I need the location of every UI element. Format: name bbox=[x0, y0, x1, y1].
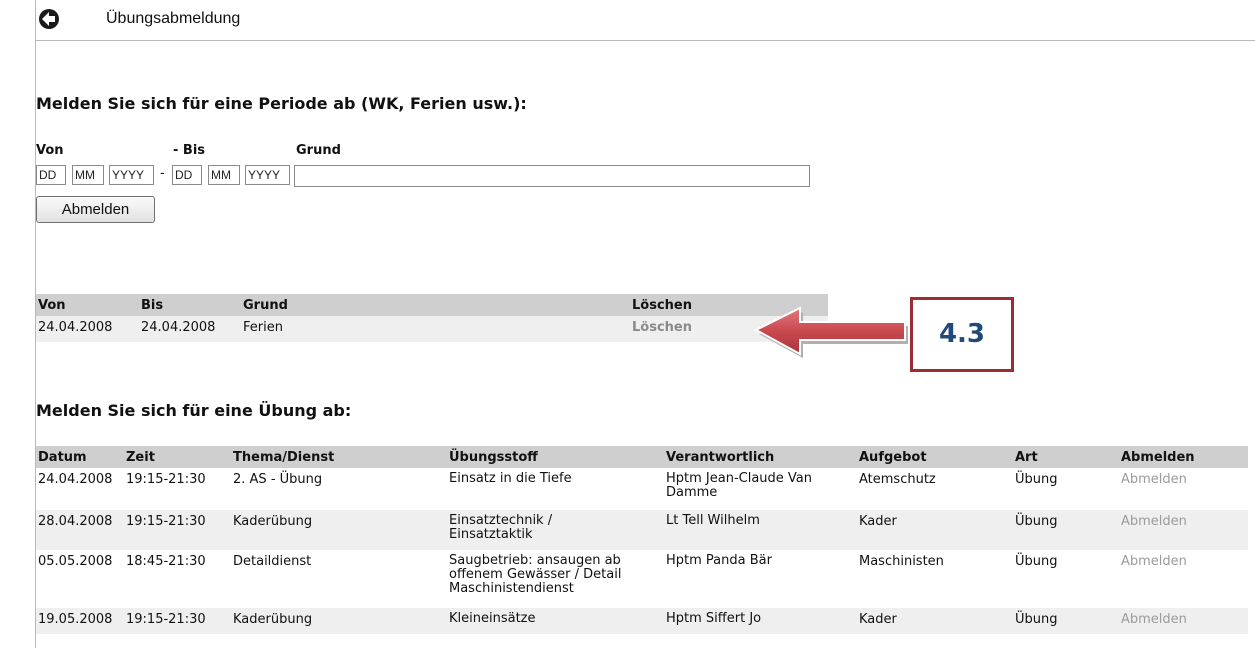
row-thema: Kaderübung bbox=[233, 514, 313, 529]
row-aufgebot: Maschinisten bbox=[859, 554, 944, 569]
exercise-row: 19.05.2008 19:15-21:30 Kaderübung Kleine… bbox=[36, 608, 1248, 634]
title-divider bbox=[35, 40, 1255, 41]
exercise-row: 05.05.2008 18:45-21:30 Detaildienst Saug… bbox=[36, 550, 1248, 608]
row-art: Übung bbox=[1015, 612, 1058, 627]
row-aufgebot: Atemschutz bbox=[859, 472, 936, 487]
row-datum: 19.05.2008 bbox=[38, 612, 113, 627]
row-zeit: 19:15-21:30 bbox=[126, 612, 206, 627]
row-thema: Detaildienst bbox=[233, 554, 312, 569]
row-zeit: 18:45-21:30 bbox=[126, 554, 206, 569]
col-datum: Datum bbox=[38, 450, 87, 465]
row-thema: Kaderübung bbox=[233, 612, 313, 627]
from-year-input[interactable]: YYYY bbox=[109, 165, 154, 185]
from-month-input[interactable]: MM bbox=[72, 165, 104, 185]
row-verantwortlich: Lt Tell Wilhelm bbox=[666, 513, 760, 528]
exercise-row: 28.04.2008 19:15-21:30 Kaderübung Einsat… bbox=[36, 510, 1248, 550]
grund-input[interactable] bbox=[294, 165, 810, 187]
to-day-input[interactable]: DD bbox=[172, 165, 202, 185]
abmelden-link[interactable]: Abmelden bbox=[1121, 554, 1187, 569]
col-zeit: Zeit bbox=[126, 450, 155, 465]
from-day-input[interactable]: DD bbox=[36, 165, 66, 185]
row-stoff: Saugbetrieb: ansaugen ab offenem Gewässe… bbox=[449, 553, 622, 596]
period-col-loeschen: Löschen bbox=[632, 298, 692, 313]
label-grund: Grund bbox=[296, 143, 341, 158]
title-bar: Übungsabmeldung bbox=[36, 0, 1255, 40]
row-zeit: 19:15-21:30 bbox=[126, 472, 206, 487]
period-col-bis: Bis bbox=[141, 298, 164, 313]
row-art: Übung bbox=[1015, 554, 1058, 569]
abmelden-link[interactable]: Abmelden bbox=[1121, 472, 1187, 487]
row-datum: 24.04.2008 bbox=[38, 472, 113, 487]
row-verantwortlich: Hptm Siffert Jo bbox=[666, 611, 762, 626]
row-datum: 28.04.2008 bbox=[38, 514, 113, 529]
row-aufgebot: Kader bbox=[859, 514, 897, 529]
period-col-von: Von bbox=[38, 298, 66, 313]
row-zeit: 19:15-21:30 bbox=[126, 514, 206, 529]
abmelden-period-button[interactable]: Abmelden bbox=[36, 196, 155, 223]
label-bis: - Bis bbox=[173, 143, 206, 158]
row-verantwortlich: Hptm Jean-Claude Van Damme bbox=[666, 471, 813, 500]
col-verantwortlich: Verantwortlich bbox=[666, 450, 775, 465]
period-table-header: Von Bis Grund Löschen bbox=[36, 294, 828, 316]
annotation-callout: 4.3 bbox=[910, 297, 1014, 372]
period-row-bis: 24.04.2008 bbox=[141, 320, 216, 335]
period-row-grund: Ferien bbox=[243, 320, 283, 335]
page-title: Übungsabmeldung bbox=[106, 10, 241, 27]
period-table-row: 24.04.2008 24.04.2008 Ferien Löschen bbox=[36, 316, 828, 342]
row-thema: 2. AS - Übung bbox=[233, 472, 323, 487]
back-arrow-icon[interactable] bbox=[38, 8, 60, 30]
row-stoff: Kleineinsätze bbox=[449, 611, 536, 626]
row-stoff: Einsatztechnik / Einsatztaktik bbox=[449, 513, 553, 542]
period-heading: Melden Sie sich für eine Periode ab (WK,… bbox=[36, 94, 527, 113]
loeschen-link[interactable]: Löschen bbox=[632, 320, 692, 335]
row-art: Übung bbox=[1015, 514, 1058, 529]
exercise-row: 24.04.2008 19:15-21:30 2. AS - Übung Ein… bbox=[36, 468, 1248, 510]
label-von: Von bbox=[36, 143, 64, 158]
exercise-heading: Melden Sie sich für eine Übung ab: bbox=[36, 401, 352, 420]
row-verantwortlich: Hptm Panda Bär bbox=[666, 553, 772, 568]
col-art: Art bbox=[1015, 450, 1038, 465]
row-art: Übung bbox=[1015, 472, 1058, 487]
to-month-input[interactable]: MM bbox=[208, 165, 240, 185]
to-year-input[interactable]: YYYY bbox=[245, 165, 290, 185]
abmelden-link[interactable]: Abmelden bbox=[1121, 612, 1187, 627]
col-aufgebot: Aufgebot bbox=[859, 450, 927, 465]
col-thema: Thema/Dienst bbox=[233, 450, 335, 465]
date-separator: - bbox=[160, 166, 165, 181]
period-row-von: 24.04.2008 bbox=[38, 320, 113, 335]
period-col-grund: Grund bbox=[243, 298, 288, 313]
row-datum: 05.05.2008 bbox=[38, 554, 113, 569]
annotation-arrow-icon bbox=[753, 306, 908, 358]
col-abmelden: Abmelden bbox=[1121, 450, 1195, 465]
col-stoff: Übungsstoff bbox=[449, 450, 538, 465]
row-aufgebot: Kader bbox=[859, 612, 897, 627]
abmelden-link[interactable]: Abmelden bbox=[1121, 514, 1187, 529]
exercise-table-header: Datum Zeit Thema/Dienst Übungsstoff Vera… bbox=[36, 446, 1248, 468]
row-stoff: Einsatz in die Tiefe bbox=[449, 471, 572, 486]
